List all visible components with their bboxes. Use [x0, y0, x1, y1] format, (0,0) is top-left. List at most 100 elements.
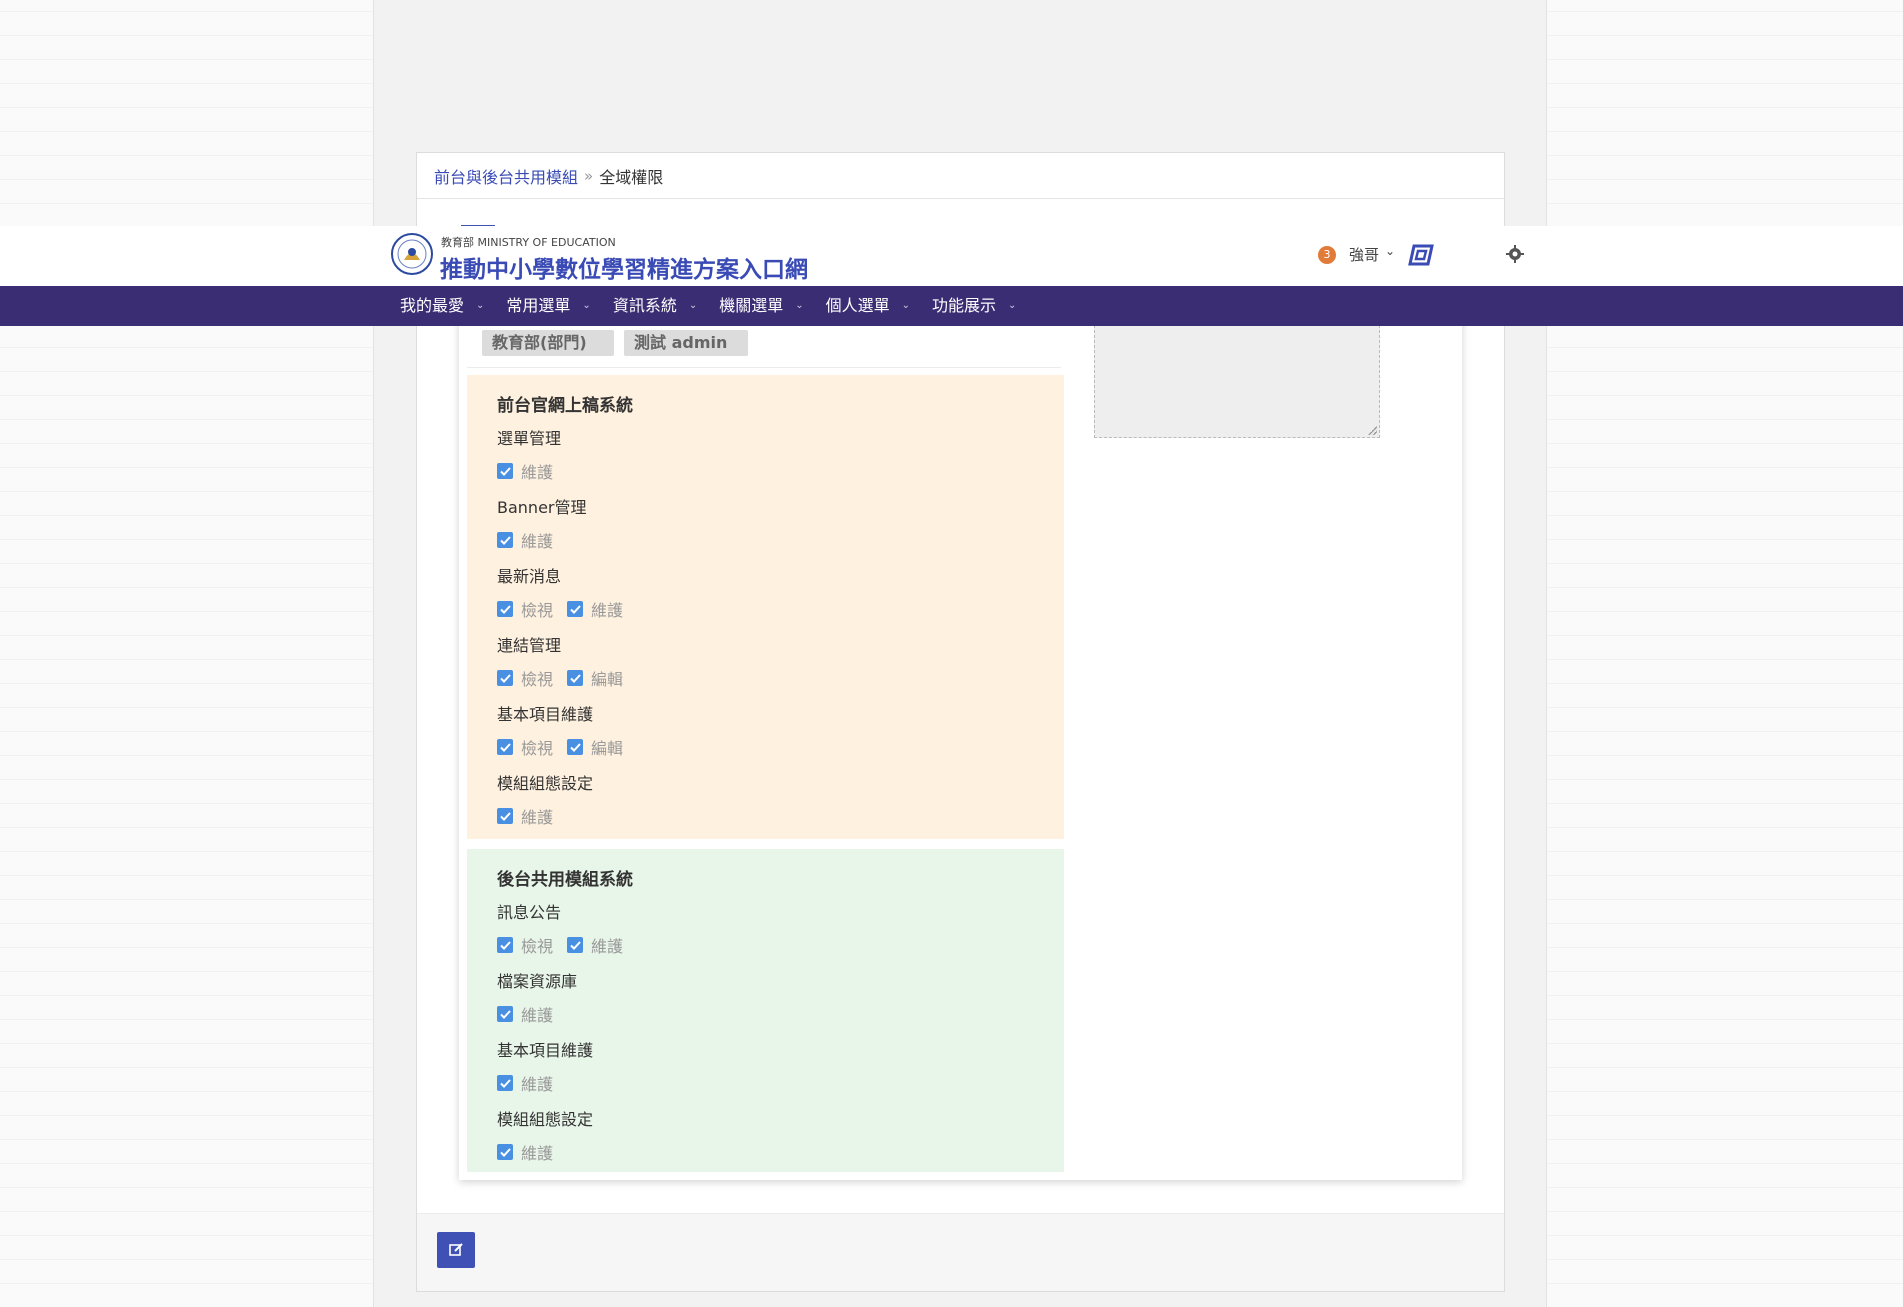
module-item: 模組組態設定 維護: [497, 771, 1034, 835]
module-name: 選單管理: [497, 429, 562, 448]
permission-label: 檢視: [521, 670, 554, 689]
checkbox-checked-icon[interactable]: [497, 1075, 513, 1091]
checkbox-checked-icon[interactable]: [497, 937, 513, 953]
resize-handle-icon[interactable]: [1368, 426, 1377, 435]
module-name: 連結管理: [497, 636, 562, 655]
main-navbar: 我的最愛 ⌄ 常用選單 ⌄ 資訊系統 ⌄ 機關選單 ⌄ 個人選單 ⌄ 功能展示 ⌄: [0, 286, 1903, 326]
notification-badge[interactable]: 3: [1318, 246, 1336, 264]
permission-row: 維護: [497, 995, 1034, 1033]
permission-row: 檢視 編輯: [497, 728, 1034, 766]
permission-row: 檢視 維護: [497, 926, 1034, 964]
permission-checkbox[interactable]: 檢視: [497, 666, 553, 690]
ministry-label: 教育部 MINISTRY OF EDUCATION: [441, 236, 616, 249]
module-name: 最新消息: [497, 567, 562, 586]
breadcrumb-parent-link[interactable]: 前台與後台共用模組: [434, 164, 578, 188]
checkbox-checked-icon[interactable]: [497, 808, 513, 824]
tag-user: 測試 admin: [624, 330, 748, 356]
nav-item-label: 個人選單: [825, 296, 890, 315]
permission-checkbox[interactable]: 維護: [497, 1002, 553, 1026]
permission-label: 維護: [591, 937, 624, 956]
ministry-seal-logo: [391, 233, 433, 275]
permission-label: 維護: [591, 601, 624, 620]
nav-item-favorites[interactable]: 我的最愛 ⌄: [400, 286, 484, 326]
checkbox-checked-icon[interactable]: [497, 1144, 513, 1160]
permission-row: 維護: [497, 1133, 1034, 1171]
section-front-cms: 前台官網上稿系統 選單管理 維護 Banner管理 維護 最新消息 檢視 維護 …: [467, 375, 1064, 839]
permission-checkbox[interactable]: 編輯: [567, 666, 623, 690]
permission-label: 維護: [521, 1075, 554, 1094]
module-name: 基本項目維護: [497, 1041, 594, 1060]
checkbox-checked-icon[interactable]: [497, 463, 513, 479]
checkbox-checked-icon[interactable]: [567, 670, 584, 686]
permission-checkbox[interactable]: 維護: [497, 528, 553, 552]
module-item: 基本項目維護 維護: [497, 1038, 1034, 1102]
permission-checkbox[interactable]: 維護: [497, 804, 553, 828]
edit-button[interactable]: [437, 1232, 475, 1268]
permission-label: 編輯: [591, 670, 624, 689]
permission-checkbox[interactable]: 檢視: [497, 933, 553, 957]
module-name: 模組組態設定: [497, 1110, 594, 1129]
tag-list: 教育部(部門) 測試 admin: [482, 330, 748, 356]
module-item: 最新消息 檢視 維護: [497, 564, 1034, 628]
nav-item-systems[interactable]: 資訊系統 ⌄: [613, 286, 697, 326]
site-title[interactable]: 推動中小學數位學習精進方案入口網: [440, 250, 808, 284]
permission-checkbox[interactable]: 維護: [567, 597, 623, 621]
checkbox-checked-icon[interactable]: [497, 739, 513, 755]
permission-checkbox[interactable]: 維護: [497, 459, 553, 483]
nav-item-label: 常用選單: [506, 296, 571, 315]
nav-item-label: 我的最愛: [400, 296, 465, 315]
module-item: 基本項目維護 檢視 編輯: [497, 702, 1034, 766]
portal-brand-icon[interactable]: [1408, 240, 1438, 270]
module-item: Banner管理 維護: [497, 495, 1034, 559]
section-backend-shared: 後台共用模組系統 訊息公告 檢視 維護 檔案資源庫 維護 基本項目維護 維護 模…: [467, 849, 1064, 1172]
module-item: 模組組態設定 維護: [497, 1107, 1034, 1171]
site-header: [0, 226, 1903, 286]
checkbox-checked-icon[interactable]: [497, 1006, 513, 1022]
nav-item-common[interactable]: 常用選單 ⌄: [506, 286, 590, 326]
chevron-down-icon: ⌄: [1008, 300, 1017, 311]
permission-row: 檢視 維護: [497, 590, 1034, 628]
module-name: Banner管理: [497, 498, 587, 517]
permission-label: 檢視: [521, 937, 554, 956]
nav-item-agency[interactable]: 機關選單 ⌄: [719, 286, 803, 326]
nav-item-label: 資訊系統: [612, 296, 677, 315]
checkbox-checked-icon[interactable]: [497, 670, 513, 686]
edit-icon: [449, 1243, 463, 1256]
checkbox-checked-icon[interactable]: [497, 532, 513, 548]
nav-item-personal[interactable]: 個人選單 ⌄: [826, 286, 910, 326]
user-menu[interactable]: 強哥: [1349, 244, 1379, 265]
permission-checkbox[interactable]: 檢視: [497, 597, 553, 621]
nav-item-demo[interactable]: 功能展示 ⌄: [932, 286, 1016, 326]
breadcrumb-current: 全域權限: [599, 167, 664, 187]
module-name: 訊息公告: [497, 903, 562, 922]
checkbox-checked-icon[interactable]: [497, 601, 513, 617]
module-name: 基本項目維護: [497, 705, 594, 724]
module-item: 檔案資源庫 維護: [497, 969, 1034, 1033]
permission-checkbox[interactable]: 維護: [497, 1140, 553, 1164]
module-item: 選單管理 維護: [497, 426, 1034, 490]
gear-icon[interactable]: [1505, 244, 1525, 264]
permission-checkbox[interactable]: 編輯: [567, 735, 623, 759]
permission-card: 教育部(部門) 測試 admin 前台官網上稿系統 選單管理 維護 Banner…: [459, 290, 1462, 1180]
divider: [467, 367, 1061, 368]
panel-footer: [417, 1213, 1504, 1291]
module-item: 連結管理 檢視 編輯: [497, 633, 1034, 697]
permission-checkbox[interactable]: 維護: [497, 1071, 553, 1095]
tag-department: 教育部(部門): [482, 330, 614, 356]
nav-item-label: 機關選單: [719, 296, 784, 315]
checkbox-checked-icon[interactable]: [567, 601, 584, 617]
permission-checkbox[interactable]: 維護: [567, 933, 623, 957]
permission-row: 維護: [497, 797, 1034, 835]
permission-label: 維護: [521, 463, 554, 482]
checkbox-checked-icon[interactable]: [567, 739, 584, 755]
module-item: 訊息公告 檢視 維護: [497, 900, 1034, 964]
permission-label: 檢視: [521, 739, 554, 758]
permission-row: 檢視 編輯: [497, 659, 1034, 697]
chevron-down-icon: ⌄: [476, 300, 485, 311]
permission-checkbox[interactable]: 檢視: [497, 735, 553, 759]
module-name: 檔案資源庫: [497, 972, 578, 991]
section-title: 後台共用模組系統: [497, 870, 633, 890]
chevron-down-icon: ⌄: [582, 300, 591, 311]
checkbox-checked-icon[interactable]: [567, 937, 584, 953]
chevron-down-icon[interactable]: ⌄: [1385, 244, 1395, 258]
